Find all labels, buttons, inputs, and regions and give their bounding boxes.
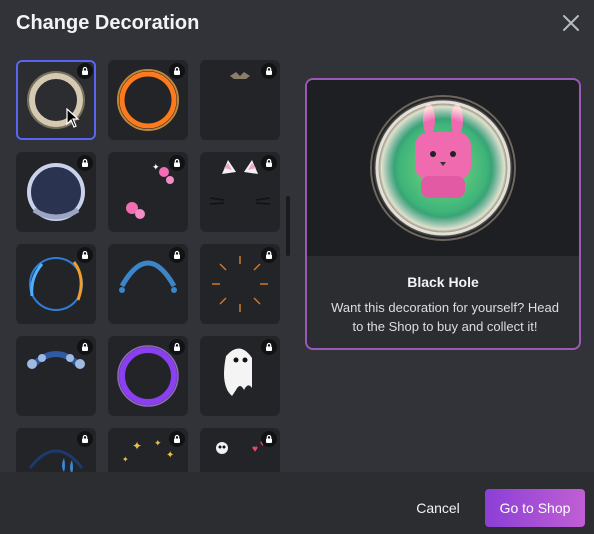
lock-icon <box>169 63 185 79</box>
decoration-tile-skull-hearts[interactable]: ♥♥ <box>200 428 280 472</box>
lock-icon <box>77 63 93 79</box>
decoration-tile-fire-ring[interactable] <box>108 60 188 140</box>
decoration-name: Black Hole <box>407 274 479 290</box>
decoration-tile-blue-dome[interactable] <box>108 244 188 324</box>
decoration-tile-cat-ears[interactable] <box>200 152 280 232</box>
decoration-tile-sparkle-burst[interactable] <box>200 244 280 324</box>
change-decoration-dialog: Change Decoration ✦✦✦✦✦♥♥ <box>0 0 594 534</box>
go-to-shop-button[interactable]: Go to Shop <box>485 489 585 527</box>
lock-icon <box>169 339 185 355</box>
scrollbar-thumb[interactable] <box>286 196 290 256</box>
decoration-preview-card: Black Hole Want this decoration for your… <box>305 78 581 350</box>
decoration-tile-pink-flowers[interactable]: ✦ <box>108 152 188 232</box>
decoration-tile-gold-stars[interactable]: ✦ ✦ ✦ ✦ <box>108 428 188 472</box>
preview-image-area <box>307 80 579 256</box>
svg-text:✦: ✦ <box>132 439 142 453</box>
black-hole-avatar-preview <box>370 95 516 241</box>
lock-icon <box>261 339 277 355</box>
lock-icon <box>77 247 93 263</box>
lock-icon <box>261 155 277 171</box>
svg-text:✦: ✦ <box>154 438 162 448</box>
lock-icon <box>261 247 277 263</box>
svg-text:✦: ✦ <box>152 162 160 172</box>
decoration-tile-purple-ring[interactable] <box>108 336 188 416</box>
decoration-tile-blue-drops[interactable] <box>16 428 96 472</box>
decoration-description: Want this decoration for yourself? Head … <box>331 300 559 334</box>
svg-text:♥: ♥ <box>252 444 258 455</box>
dialog-title: Change Decoration <box>16 12 200 34</box>
cancel-button[interactable]: Cancel <box>408 489 468 527</box>
lock-icon <box>169 431 185 447</box>
decoration-tile-ghost[interactable] <box>200 336 280 416</box>
lock-icon <box>77 339 93 355</box>
lock-icon <box>261 63 277 79</box>
lock-icon <box>77 155 93 171</box>
decoration-tile-small-crown[interactable] <box>200 60 280 140</box>
lock-icon <box>169 155 185 171</box>
decoration-tile-lightning-ring[interactable] <box>16 244 96 324</box>
decoration-grid: ✦✦✦✦✦♥♥ <box>16 60 282 472</box>
decoration-tile-black-hole[interactable] <box>16 60 96 140</box>
decoration-tile-space-helmet[interactable] <box>16 152 96 232</box>
svg-text:✦: ✦ <box>166 450 174 461</box>
svg-text:✦: ✦ <box>122 455 129 464</box>
lock-icon <box>261 431 277 447</box>
decoration-tile-bubble-dome[interactable] <box>16 336 96 416</box>
close-icon[interactable] <box>562 14 580 32</box>
lock-icon <box>77 431 93 447</box>
decoration-grid-scroll[interactable]: ✦✦✦✦✦♥♥ <box>16 60 282 472</box>
lock-icon <box>169 247 185 263</box>
